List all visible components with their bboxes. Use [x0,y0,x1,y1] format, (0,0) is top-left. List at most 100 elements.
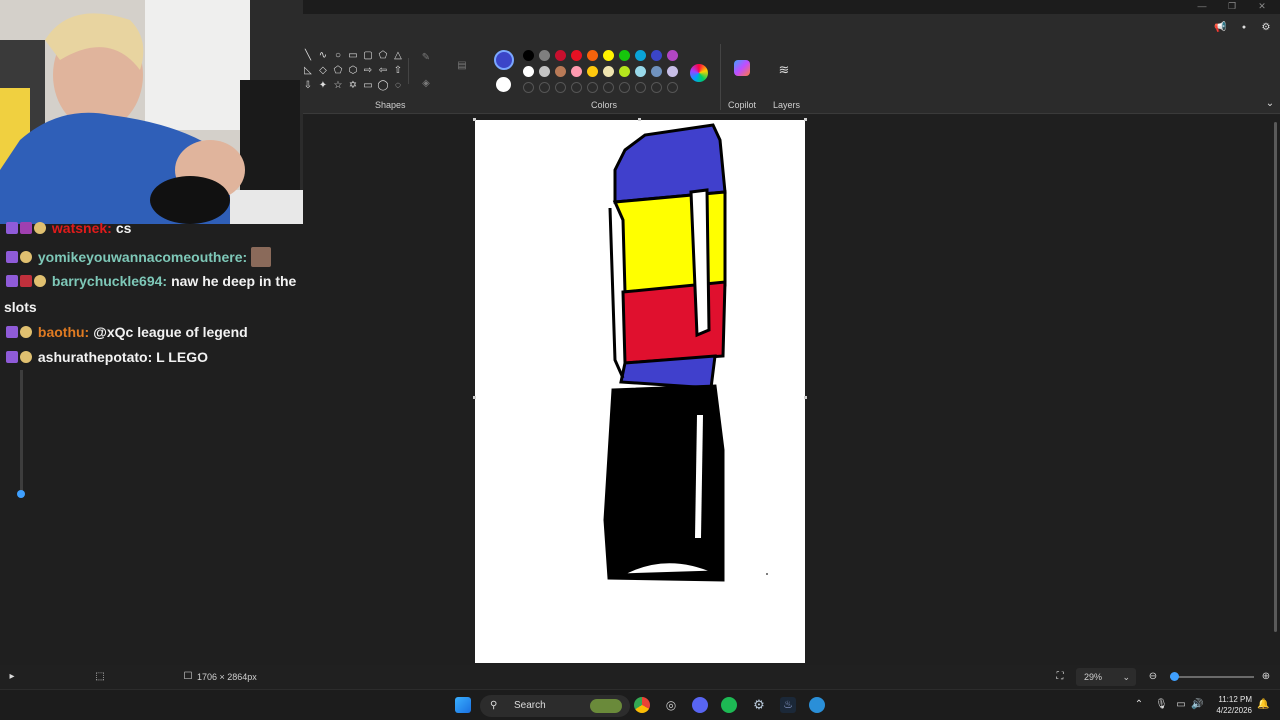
left-arrow-shape-icon[interactable]: ⇦ [377,65,389,77]
maximize-button[interactable]: ❐ [1218,0,1246,14]
obs-icon[interactable]: ◎ [663,697,679,713]
custom-color-slot[interactable] [635,82,646,93]
callout-shape-icon[interactable]: ▭ [362,80,374,92]
custom-color-slot[interactable] [603,82,614,93]
curve-shape-icon[interactable]: ∿ [317,50,329,62]
resize-handle[interactable] [638,118,641,121]
settings-gear-icon[interactable]: ⚙ [1260,22,1272,34]
paint-app-icon[interactable] [809,697,825,713]
palette-color-swatch[interactable] [555,66,566,77]
cloud-callout-shape-icon[interactable]: ◌ [392,80,404,92]
chat-username[interactable]: barrychuckle694: [52,273,167,289]
notification-bell-icon[interactable]: 🔔 [1257,699,1269,711]
palette-color-swatch[interactable] [571,50,582,61]
polygon-shape-icon[interactable]: ⬠ [377,50,389,62]
account-icon[interactable]: ● [1238,22,1250,34]
chat-username[interactable]: watsnek: [52,220,112,236]
taskbar-clock[interactable]: 11:12 PM 4/22/2026 [1212,694,1252,716]
custom-color-slot[interactable] [619,82,630,93]
secondary-color-swatch[interactable] [496,77,511,92]
fill-icon[interactable]: ◈ [420,78,432,90]
palette-color-swatch[interactable] [603,50,614,61]
chevron-up-icon[interactable]: ⌃ [1133,699,1145,711]
volume-icon[interactable]: 🔊 [1191,699,1203,711]
chat-username[interactable]: yomikeyouwannacomeouthere: [38,249,247,265]
oval-shape-icon[interactable]: ○ [332,50,344,62]
zoom-out-icon[interactable]: ⊖ [1147,671,1159,683]
palette-color-swatch[interactable] [555,50,566,61]
resize-handle[interactable] [473,396,476,399]
drawing-canvas[interactable] [475,120,805,663]
minimize-button[interactable]: — [1188,0,1216,14]
four-point-star-shape-icon[interactable]: ✦ [317,80,329,92]
spotify-icon[interactable] [721,697,737,713]
windows-start-icon[interactable] [455,697,471,713]
custom-color-slot[interactable] [651,82,662,93]
brush-size-slider-track[interactable] [20,370,23,494]
palette-color-swatch[interactable] [651,50,662,61]
rounded-rectangle-shape-icon[interactable]: ▢ [362,50,374,62]
palette-color-swatch[interactable] [571,66,582,77]
six-point-star-shape-icon[interactable]: ✡ [347,80,359,92]
right-arrow-shape-icon[interactable]: ⇨ [362,65,374,77]
vertical-scrollbar[interactable] [1274,122,1277,632]
close-button[interactable]: ✕ [1248,0,1276,14]
custom-color-slot[interactable] [667,82,678,93]
pentagon-shape-icon[interactable]: ⬠ [332,65,344,77]
rectangle-shape-icon[interactable]: ▭ [347,50,359,62]
edit-colors-icon[interactable] [690,64,708,82]
size-icon[interactable]: ▤ [456,60,468,72]
oval-callout-shape-icon[interactable]: ◯ [377,80,389,92]
palette-color-swatch[interactable] [619,50,630,61]
collapse-ribbon-chevron-icon[interactable]: ⌄ [1264,98,1276,110]
discord-icon[interactable] [692,697,708,713]
settings-app-icon[interactable]: ⚙ [751,697,767,713]
steam-icon[interactable]: ♨ [780,697,796,713]
custom-color-slot[interactable] [555,82,566,93]
line-shape-icon[interactable]: ╲ [302,50,314,62]
custom-color-slot[interactable] [571,82,582,93]
chrome-icon[interactable] [634,697,650,713]
palette-color-swatch[interactable] [635,66,646,77]
right-triangle-shape-icon[interactable]: ◺ [302,65,314,77]
hexagon-shape-icon[interactable]: ⬡ [347,65,359,77]
zoom-slider-knob[interactable] [1170,672,1179,681]
custom-color-slot[interactable] [587,82,598,93]
resize-handle[interactable] [804,396,807,399]
palette-color-swatch[interactable] [619,66,630,77]
layers-icon[interactable]: ≋ [778,63,790,76]
taskbar-search[interactable]: ⚲ Search [480,695,630,717]
palette-color-swatch[interactable] [587,50,598,61]
down-arrow-shape-icon[interactable]: ⇩ [302,80,314,92]
palette-color-swatch[interactable] [523,66,534,77]
palette-color-swatch[interactable] [667,50,678,61]
custom-color-slot[interactable] [539,82,550,93]
microphone-icon[interactable]: 🎙 [1155,699,1168,711]
outline-icon[interactable]: ✎ [420,52,432,64]
palette-color-swatch[interactable] [539,66,550,77]
chat-username[interactable]: baothu: [38,324,89,340]
brush-size-slider-knob[interactable] [17,490,25,498]
palette-color-swatch[interactable] [651,66,662,77]
palette-color-swatch[interactable] [539,50,550,61]
fit-to-window-icon[interactable]: ⛶ [1054,671,1066,683]
triangle-shape-icon[interactable]: △ [392,50,404,62]
zoom-slider-track[interactable] [1170,676,1254,678]
diamond-shape-icon[interactable]: ◇ [317,65,329,77]
resize-handle[interactable] [804,118,807,121]
palette-color-swatch[interactable] [587,66,598,77]
palette-color-swatch[interactable] [523,50,534,61]
network-icon[interactable]: ▭ [1175,699,1187,711]
zoom-in-icon[interactable]: ⊕ [1260,671,1272,683]
palette-color-swatch[interactable] [667,66,678,77]
zoom-dropdown[interactable]: 29% ⌄ [1076,668,1136,686]
up-arrow-shape-icon[interactable]: ⇧ [392,65,404,77]
copilot-icon[interactable] [734,60,750,76]
resize-handle[interactable] [473,118,476,121]
five-point-star-shape-icon[interactable]: ☆ [332,80,344,92]
custom-color-slot[interactable] [523,82,534,93]
palette-color-swatch[interactable] [603,66,614,77]
primary-color-swatch[interactable] [494,50,514,70]
palette-color-swatch[interactable] [635,50,646,61]
feedback-icon[interactable]: 📢 [1214,22,1226,34]
